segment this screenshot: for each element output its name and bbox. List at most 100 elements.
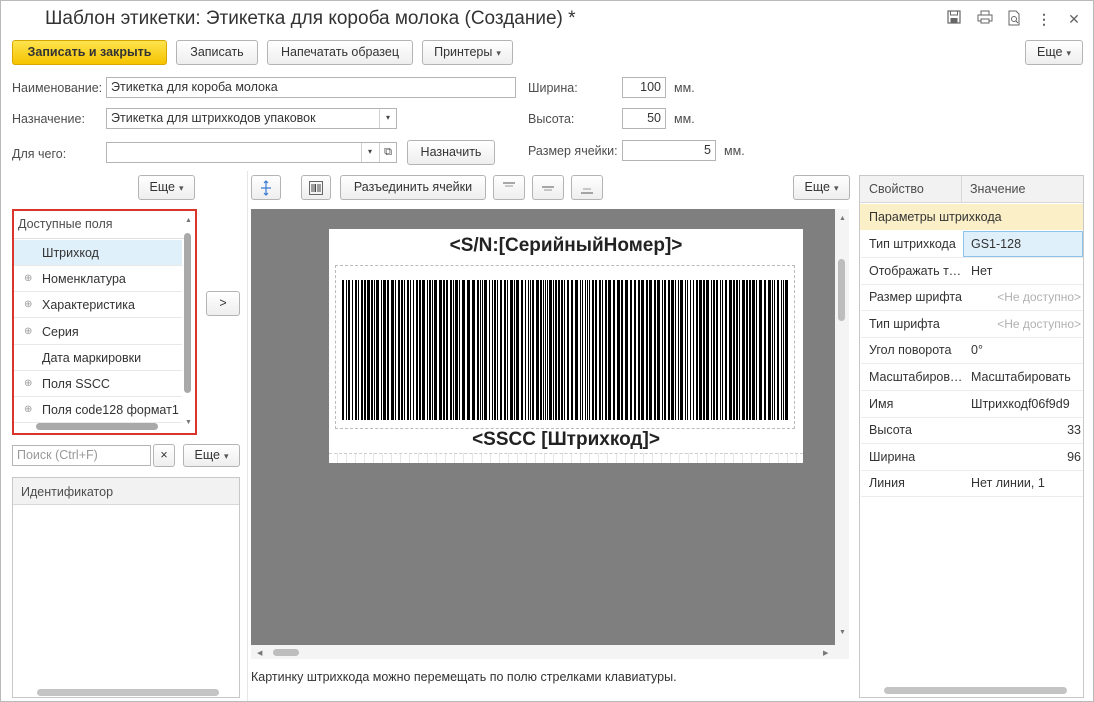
chevron-down-icon: ▾	[223, 451, 229, 461]
property-row[interactable]: Тип штрихкода GS1-128	[861, 231, 1083, 258]
property-value[interactable]: 0°	[971, 337, 1083, 363]
name-label: Наименование:	[12, 81, 103, 95]
tree-item-label: Серия	[42, 324, 79, 339]
tree-item-label: Номенклатура	[42, 272, 126, 287]
open-icon[interactable]: ⧉	[379, 143, 396, 162]
for-what-select[interactable]: ▾ ⧉	[106, 142, 397, 163]
save-and-close-button[interactable]: Записать и закрыть	[12, 40, 167, 65]
scroll-down-icon[interactable]: ▼	[185, 419, 192, 426]
property-value[interactable]: Нет	[971, 258, 1083, 284]
canvas-vertical-scrollbar[interactable]	[838, 259, 845, 321]
tree-item[interactable]: ⊕ Характеристика	[14, 292, 182, 319]
property-value[interactable]: Штрихкодf06f9d9	[971, 391, 1083, 417]
name-field[interactable]: Этикетка для короба молока	[106, 77, 516, 98]
save-button[interactable]: Записать	[176, 40, 258, 65]
property-value[interactable]: Нет линии, 1	[971, 470, 1083, 496]
expand-icon[interactable]: ⊕	[24, 292, 32, 318]
assign-button[interactable]: Назначить	[407, 140, 495, 165]
tree-item[interactable]: ⊕ Поля code128 формат1	[14, 397, 182, 424]
chevron-down-icon[interactable]: ▾	[379, 109, 396, 128]
property-row[interactable]: Угол поворота 0°	[861, 337, 1083, 365]
identifier-header: Идентификатор	[21, 485, 114, 499]
fields-more-button[interactable]: Еще ▾	[138, 175, 195, 200]
scroll-right-icon[interactable]: ▶	[823, 649, 828, 657]
barcode-tool-button[interactable]	[301, 175, 331, 200]
tree-horizontal-scrollbar[interactable]	[36, 423, 158, 430]
property-row[interactable]: Имя Штрихкодf06f9d9	[861, 391, 1083, 418]
search-clear-button[interactable]: ×	[153, 444, 175, 467]
scroll-up-icon[interactable]: ▲	[185, 217, 192, 224]
cell-size-field[interactable]: 5	[622, 140, 716, 161]
label-canvas[interactable]: <S/N:[СерийныйНомер]> <SSCC [Штрихкод]> …	[251, 209, 849, 659]
barcode-image[interactable]	[340, 280, 792, 420]
label-preview[interactable]: <S/N:[СерийныйНомер]> <SSCC [Штрихкод]>	[329, 229, 803, 463]
split-cells-button[interactable]: Разъединить ячейки	[340, 175, 486, 200]
search-more-button[interactable]: Еще ▾	[183, 444, 240, 467]
move-tool-button[interactable]	[251, 175, 281, 200]
barcode-icon	[309, 181, 323, 195]
align-bottom-button[interactable]	[571, 175, 603, 200]
scroll-left-icon[interactable]: ◀	[257, 649, 262, 657]
property-row[interactable]: Тип шрифта <Не доступно>	[861, 311, 1083, 338]
property-key: Угол поворота	[869, 343, 952, 358]
identifier-table[interactable]: Идентификатор	[12, 477, 240, 698]
canvas-horizontal-scrollbar[interactable]	[273, 649, 299, 656]
expand-icon[interactable]: ⊕	[24, 319, 32, 345]
property-value[interactable]: <Не доступно>	[971, 284, 1083, 310]
printers-button[interactable]: Принтеры ▾	[422, 40, 513, 65]
print-icon[interactable]	[976, 10, 994, 28]
close-icon[interactable]: ✕	[1065, 10, 1083, 28]
print-sample-button[interactable]: Напечатать образец	[267, 40, 413, 65]
tree-item[interactable]: ⊕ Поля SSCC	[14, 371, 182, 397]
expand-icon[interactable]: ⊕	[24, 397, 32, 423]
purpose-select[interactable]: Этикетка для штрихкодов упаковок ▾	[106, 108, 397, 129]
tree-item[interactable]: Дата маркировки	[14, 345, 182, 371]
clear-icon: ×	[160, 448, 168, 462]
cell-grid	[329, 453, 803, 463]
split-cells-label: Разъединить ячейки	[353, 180, 473, 194]
more-vert-icon[interactable]: ⋮	[1035, 10, 1053, 28]
property-row[interactable]: Отображать текст Нет	[861, 258, 1083, 285]
property-row[interactable]: Размер шрифта <Не доступно>	[861, 284, 1083, 312]
expand-icon[interactable]: ⊕	[24, 371, 32, 397]
width-field[interactable]: 100	[622, 77, 666, 98]
chevron-down-icon[interactable]: ▾	[361, 143, 378, 162]
scroll-down-icon[interactable]: ▼	[839, 629, 846, 636]
available-fields-tree[interactable]: Доступные поля Штрихкод ⊕ Номенклатура ⊕ Хар…	[12, 209, 197, 435]
print-sample-label: Напечатать образец	[280, 45, 400, 59]
property-key: Линия	[869, 476, 905, 491]
tree-item[interactable]: ⊕ Номенклатура	[14, 266, 182, 293]
properties-horizontal-scrollbar[interactable]	[884, 687, 1067, 694]
barcode-cell[interactable]	[335, 265, 795, 429]
save-icon[interactable]	[945, 10, 963, 28]
expand-icon[interactable]: ⊕	[24, 266, 32, 292]
preview-icon[interactable]	[1005, 10, 1023, 28]
property-value[interactable]: 96	[971, 444, 1083, 470]
property-value[interactable]: <Не доступно>	[971, 311, 1083, 337]
property-row[interactable]: Ширина 96	[861, 444, 1083, 471]
purpose-value: Этикетка для штрихкодов упаковок	[111, 111, 316, 125]
property-row[interactable]: Высота 33	[861, 417, 1083, 445]
center-more-button[interactable]: Еще ▾	[793, 175, 850, 200]
more-button[interactable]: Еще ▾	[1025, 40, 1083, 65]
property-row[interactable]: Линия Нет линии, 1	[861, 470, 1083, 498]
property-value[interactable]: Масштабировать	[971, 364, 1083, 390]
property-row[interactable]: Масштабирование Масштабировать	[861, 364, 1083, 391]
property-key: Масштабирование	[869, 370, 964, 384]
identifier-horizontal-scrollbar[interactable]	[37, 689, 219, 696]
height-field[interactable]: 50	[622, 108, 666, 129]
search-input[interactable]: Поиск (Ctrl+F)	[12, 445, 151, 466]
align-top-button[interactable]	[493, 175, 525, 200]
tree-vertical-scrollbar[interactable]	[184, 233, 191, 393]
property-group[interactable]: Параметры штрихкода	[860, 204, 1083, 230]
scroll-up-icon[interactable]: ▲	[839, 215, 846, 222]
properties-table[interactable]: Свойство Значение Параметры штрихкода Ти…	[859, 175, 1084, 698]
col-property-header: Свойство	[869, 182, 924, 196]
property-value[interactable]: 33	[971, 417, 1083, 443]
search-more-label: Еще	[194, 448, 220, 462]
tree-item[interactable]: ⊕ Серия	[14, 319, 182, 345]
move-field-button[interactable]: >	[206, 291, 240, 316]
tree-item[interactable]: Штрихкод	[14, 240, 182, 266]
align-middle-button[interactable]	[532, 175, 564, 200]
property-value[interactable]: GS1-128	[971, 231, 1083, 257]
